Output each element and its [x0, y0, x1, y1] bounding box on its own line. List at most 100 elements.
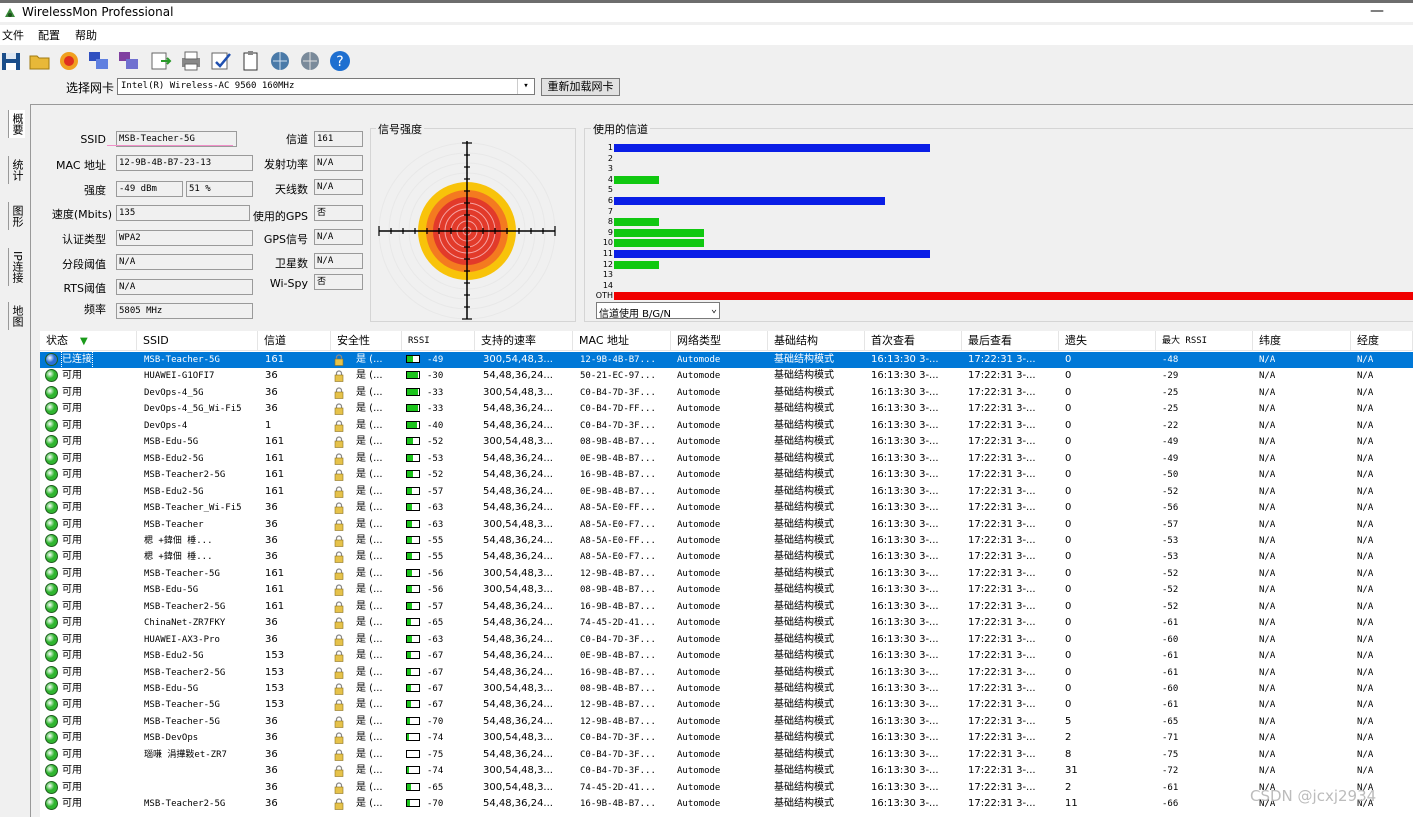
table-row[interactable]: 已连接MSB-Teacher-5G161是 (...-49300,54,48,3… — [40, 352, 1413, 368]
minimize-button[interactable]: — — [1370, 3, 1384, 19]
globe-icon[interactable] — [298, 50, 322, 72]
table-row[interactable]: 可用MSB-Edu-5G161是 (...-52300,54,48,3...08… — [40, 434, 1413, 450]
cell-infra: 基础结构模式 — [774, 632, 834, 648]
table-row[interactable]: 可用MSB-Teacher-5G36是 (...-7054,48,36,24..… — [40, 714, 1413, 730]
cell-status: 可用 — [62, 368, 82, 384]
column-header-status[interactable]: 状态▼ — [40, 331, 137, 351]
cell-rssi: -67 — [427, 648, 443, 664]
globe-refresh-icon[interactable] — [268, 50, 292, 72]
cell-channel: 36 — [265, 747, 278, 763]
table-row[interactable]: 可用MSB-Teacher36是 (...-63300,54,48,3...A8… — [40, 517, 1413, 533]
column-header-security[interactable]: 安全性 — [331, 331, 402, 351]
column-header-first[interactable]: 首次查看 — [865, 331, 962, 351]
satellites-field: N/A — [314, 253, 363, 269]
network-cards-icon[interactable] — [87, 50, 111, 72]
table-row[interactable]: 可用MSB-Teacher-5G161是 (...-56300,54,48,3.… — [40, 566, 1413, 582]
cell-infra: 基础结构模式 — [774, 747, 834, 763]
tab-graph[interactable]: 图形 — [8, 202, 25, 230]
cell-type: Automode — [677, 648, 720, 664]
table-row[interactable]: 可用MSB-Teacher-5G153是 (...-6754,48,36,24.… — [40, 697, 1413, 713]
table-row[interactable]: 可用瑙嗛 涓撶敤et-ZR736是 (...-7554,48,36,24...C… — [40, 747, 1413, 763]
column-header-rates[interactable]: 支持的速率 — [475, 331, 573, 351]
cell-max: -61 — [1162, 615, 1178, 631]
tab-summary[interactable]: 概要 — [8, 110, 25, 138]
table-row[interactable]: 可用楒 +鍏佃 棰...36是 (...-5554,48,36,24...A8-… — [40, 533, 1413, 549]
save-icon[interactable] — [0, 50, 24, 72]
table-row[interactable]: 可用36是 (...-65300,54,48,3...74-45-2D-41..… — [40, 780, 1413, 796]
cell-lon: N/A — [1357, 549, 1373, 565]
table-row[interactable]: 可用DevOps-4_5G_Wi-Fi536是 (...-3354,48,36,… — [40, 401, 1413, 417]
table-row[interactable]: 可用36是 (...-74300,54,48,3...C0-B4-7D-3F..… — [40, 763, 1413, 779]
record-icon[interactable] — [57, 50, 81, 72]
reload-nic-button[interactable]: 重新加载网卡 — [541, 78, 620, 96]
table-row[interactable]: 可用HUAWEI-G1OFI736是 (...-3054,48,36,24...… — [40, 368, 1413, 384]
channel-label-13: 13 — [597, 270, 613, 280]
cell-first: 16:13:30 3-... — [871, 763, 959, 779]
table-row[interactable]: 可用MSB-Edu2-5G161是 (...-5754,48,36,24...0… — [40, 484, 1413, 500]
tab-statistics[interactable]: 统计 — [8, 156, 25, 184]
lock-icon — [334, 403, 344, 415]
cell-last: 17:22:31 3-... — [968, 730, 1056, 746]
table-row[interactable]: 可用MSB-Teacher2-5G153是 (...-6754,48,36,24… — [40, 665, 1413, 681]
cell-rssi: -67 — [427, 681, 443, 697]
cell-rssi: -55 — [427, 549, 443, 565]
network-cards-alt-icon[interactable] — [117, 50, 141, 72]
cell-ssid: HUAWEI-AX3-Pro — [144, 632, 258, 648]
freq-field: 5805 MHz — [116, 303, 253, 319]
cell-rates: 54,48,36,24... — [483, 697, 571, 713]
table-row[interactable]: 可用DevOps-41是 (...-4054,48,36,24...C0-B4-… — [40, 418, 1413, 434]
menu-file[interactable]: 文件 — [2, 27, 24, 43]
table-row[interactable]: 可用MSB-DevOps36是 (...-74300,54,48,3...C0-… — [40, 730, 1413, 746]
menu-config[interactable]: 配置 — [38, 27, 60, 43]
cell-lost: 11 — [1065, 796, 1078, 812]
table-row[interactable]: 可用DevOps-4_5G36是 (...-33300,54,48,3...C0… — [40, 385, 1413, 401]
cell-rates: 54,48,36,24... — [483, 467, 571, 483]
column-header-lat[interactable]: 纬度 — [1253, 331, 1351, 351]
status-icon — [45, 435, 58, 448]
table-row[interactable]: 可用MSB-Teacher2-5G36是 (...-7054,48,36,24.… — [40, 796, 1413, 812]
cell-infra: 基础结构模式 — [774, 763, 834, 779]
table-row[interactable]: 可用HUAWEI-AX3-Pro36是 (...-6354,48,36,24..… — [40, 632, 1413, 648]
column-header-lost[interactable]: 遗失 — [1059, 331, 1156, 351]
help-icon[interactable]: ? — [328, 50, 352, 72]
column-header-mac[interactable]: MAC 地址 — [573, 331, 671, 351]
column-header-channel[interactable]: 信道 — [258, 331, 331, 351]
cell-infra: 基础结构模式 — [774, 401, 834, 417]
table-row[interactable]: 可用MSB-Teacher2-5G161是 (...-5254,48,36,24… — [40, 467, 1413, 483]
lock-icon — [334, 568, 344, 580]
table-row[interactable]: 可用MSB-Edu2-5G161是 (...-5354,48,36,24...0… — [40, 451, 1413, 467]
cell-rates: 300,54,48,3... — [483, 730, 571, 746]
column-header-lon[interactable]: 经度 — [1351, 331, 1413, 351]
nic-select[interactable]: Intel(R) Wireless-AC 9560 160MHz ▾ — [117, 78, 535, 95]
table-row[interactable]: 可用MSB-Teacher2-5G161是 (...-5754,48,36,24… — [40, 599, 1413, 615]
column-header-max[interactable]: 最大 RSSI — [1156, 331, 1253, 351]
column-header-rssi[interactable]: RSSI — [402, 331, 475, 351]
table-row[interactable]: 可用楒 +鍏佃 棰...36是 (...-5554,48,36,24...A8-… — [40, 549, 1413, 565]
table-row[interactable]: 可用MSB-Edu-5G153是 (...-67300,54,48,3...08… — [40, 681, 1413, 697]
channel-usage-select[interactable]: 信道使用 B/G/N ⌄ — [596, 302, 720, 319]
print-icon[interactable] — [179, 50, 203, 72]
open-folder-icon[interactable] — [28, 50, 52, 72]
export-icon[interactable] — [149, 50, 173, 72]
check-icon[interactable] — [209, 50, 233, 72]
table-row[interactable]: 可用MSB-Teacher_Wi-Fi536是 (...-6354,48,36,… — [40, 500, 1413, 516]
column-header-infra[interactable]: 基础结构 — [768, 331, 865, 351]
table-row[interactable]: 可用ChinaNet-ZR7FKY36是 (...-6554,48,36,24.… — [40, 615, 1413, 631]
tab-map[interactable]: 地图 — [8, 302, 25, 330]
cell-ssid — [144, 763, 258, 779]
column-header-last[interactable]: 最后查看 — [962, 331, 1059, 351]
column-header-ssid[interactable]: SSID — [137, 331, 258, 351]
status-icon — [45, 402, 58, 415]
cell-lat: N/A — [1259, 352, 1275, 368]
mac-label: MAC 地址 — [50, 157, 106, 173]
cell-mac: C0-B4-7D-3F... — [580, 730, 668, 746]
cell-infra: 基础结构模式 — [774, 352, 834, 368]
column-header-label: 遗失 — [1065, 334, 1087, 347]
menu-help[interactable]: 帮助 — [75, 27, 97, 43]
table-row[interactable]: 可用MSB-Edu2-5G153是 (...-6754,48,36,24...0… — [40, 648, 1413, 664]
clipboard-icon[interactable] — [239, 50, 263, 72]
column-header-type[interactable]: 网络类型 — [671, 331, 768, 351]
column-header-label: 经度 — [1357, 334, 1379, 347]
table-row[interactable]: 可用MSB-Edu-5G161是 (...-56300,54,48,3...08… — [40, 582, 1413, 598]
tab-ip-connection[interactable]: IP连接 — [8, 248, 25, 286]
